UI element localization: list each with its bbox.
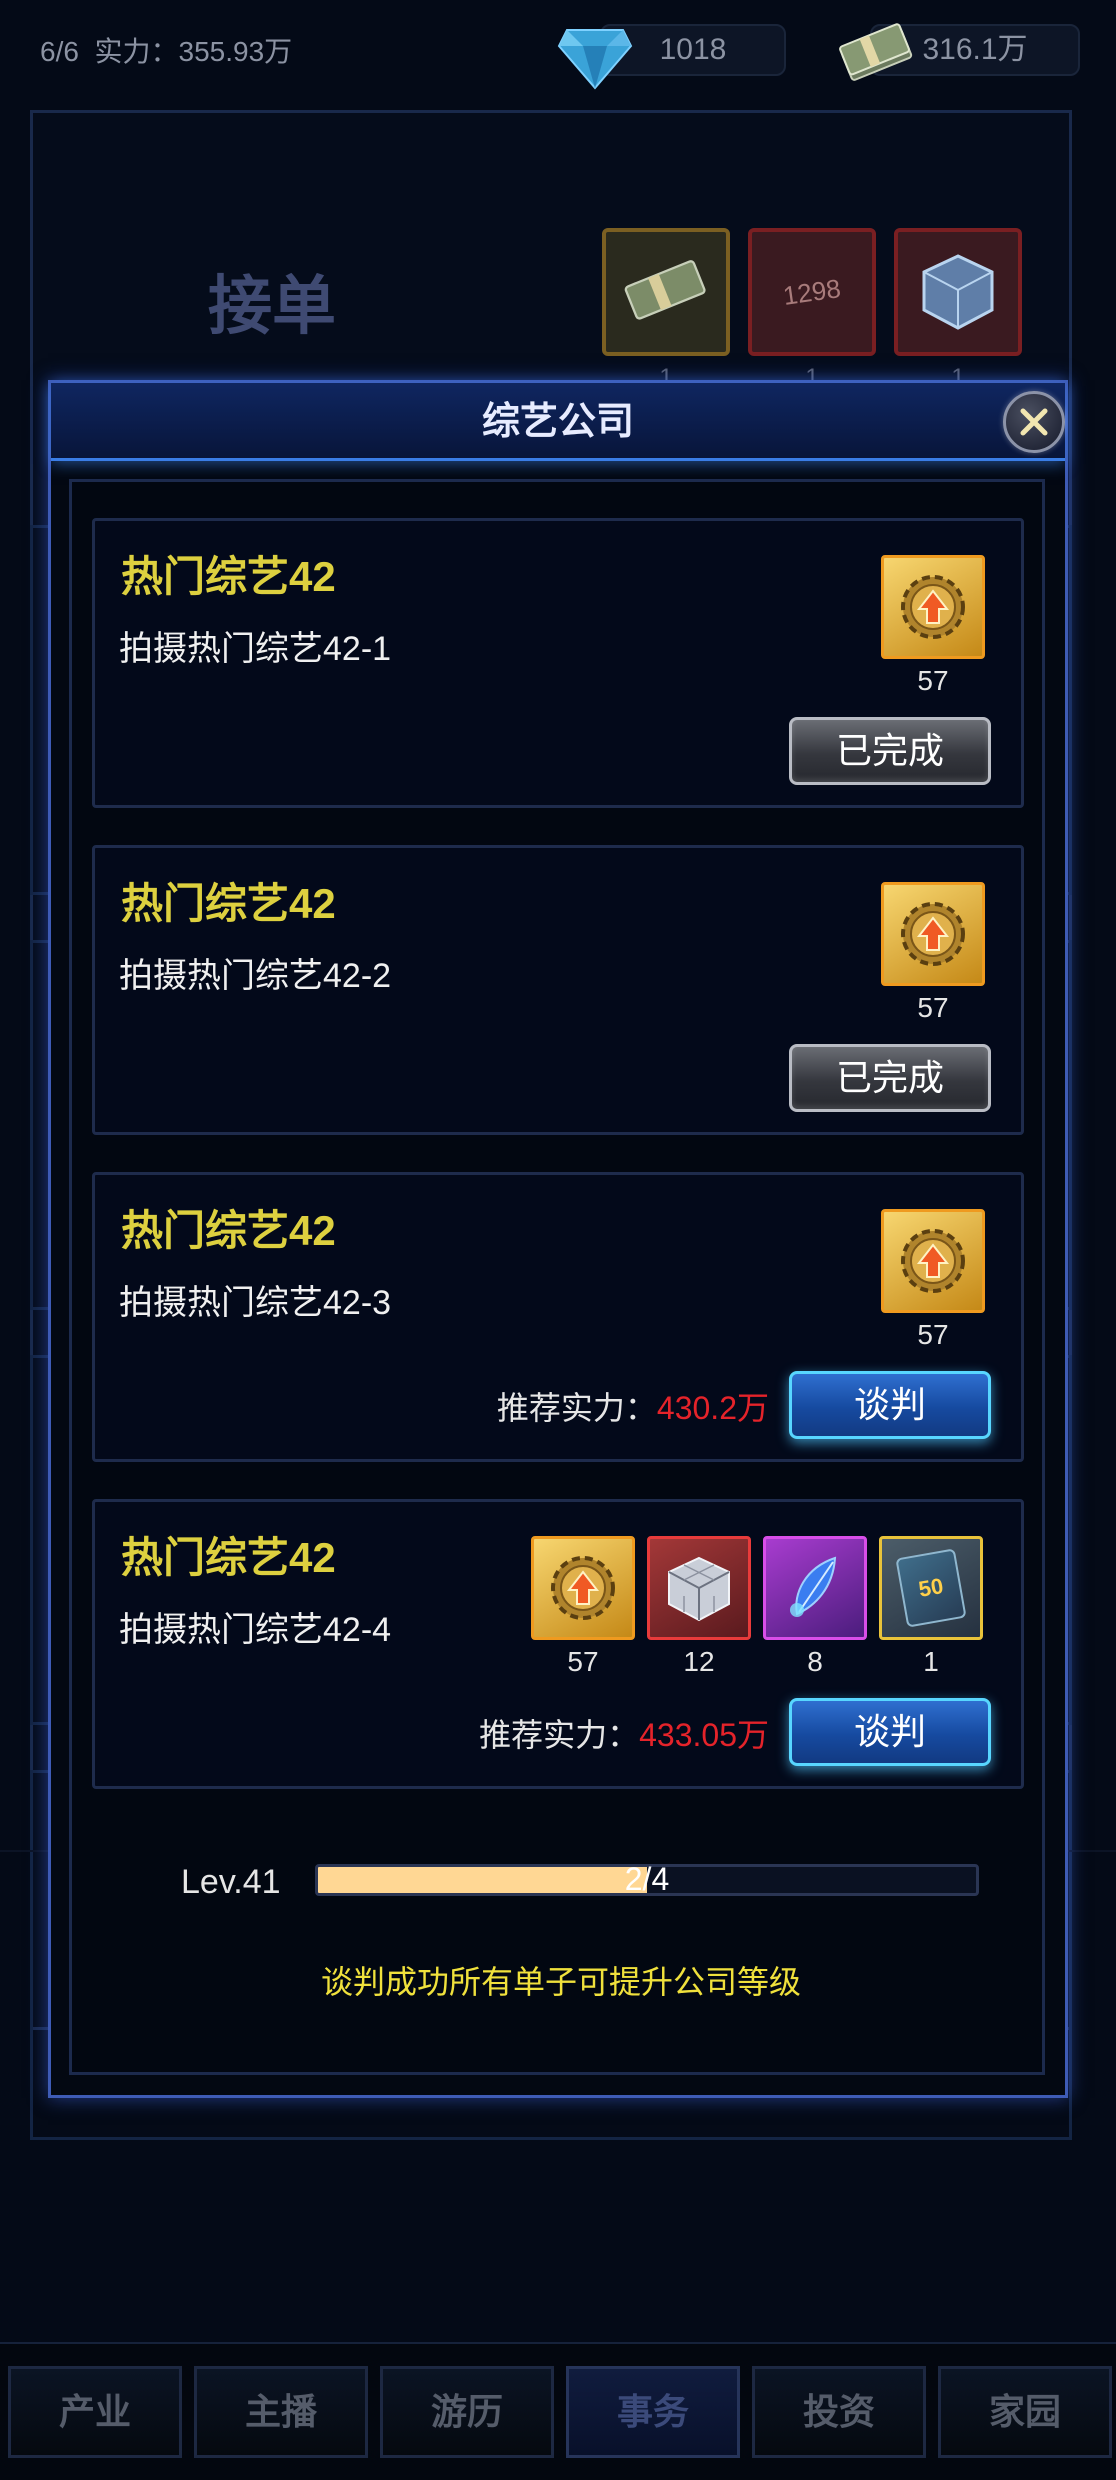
reward-item[interactable]: 12 <box>647 1536 751 1678</box>
background-card-label: 1298 <box>781 272 843 311</box>
background-reward-card: 1298 <box>748 228 876 356</box>
recommended-power-label: 推荐实力： <box>479 1717 640 1753</box>
task-card: 热门综艺42 拍摄热门综艺42-1 57 已完成 <box>92 518 1024 808</box>
cash-icon <box>624 260 706 320</box>
reward-item[interactable]: 57 <box>881 882 985 1024</box>
level-up-hint: 谈判成功所有单子可提升公司等级 <box>320 1964 801 2000</box>
cash-count: 316.1万 <box>922 33 1028 66</box>
diamond-icon <box>557 29 633 90</box>
reward-item[interactable]: 57 <box>881 1209 985 1351</box>
task-card: 热门综艺42 拍摄热门综艺42-4 57 12 8 50 1 推荐实力：433.… <box>92 1499 1024 1789</box>
reward-item[interactable]: 50 1 <box>879 1536 983 1678</box>
recommended-power-value: 433.05万 <box>639 1717 769 1753</box>
card-50-icon: 50 <box>879 1536 983 1640</box>
reward-count: 12 <box>683 1646 715 1677</box>
upgrade-gear-icon <box>881 555 985 659</box>
reward-count: 1 <box>923 1646 939 1677</box>
top-status-bar: 6/6 实力：355.93万 1018 316.1万 <box>0 0 1116 100</box>
dialog-body: 热门综艺42 拍摄热门综艺42-1 57 已完成 热门综艺42 拍摄热门综艺42… <box>69 479 1045 2075</box>
upgrade-gear-icon <box>531 1536 635 1640</box>
close-button[interactable] <box>1003 391 1065 453</box>
variety-company-dialog: 综艺公司 热门综艺42 拍摄热门综艺42-1 57 已完成 热门综艺42 拍摄热… <box>48 380 1068 2098</box>
tab-industry[interactable]: 产业 <box>8 2366 182 2458</box>
card-50-label: 50 <box>916 1573 946 1602</box>
tab-travel[interactable]: 游历 <box>380 2366 554 2458</box>
task-title: 热门综艺42 <box>121 553 336 600</box>
task-description: 拍摄热门综艺42-3 <box>119 1284 392 1322</box>
upgrade-gear-icon <box>881 1209 985 1313</box>
tab-invest[interactable]: 投资 <box>752 2366 926 2458</box>
background-title: 接单 <box>208 270 336 342</box>
task-title: 热门综艺42 <box>121 880 336 927</box>
reward-item[interactable]: 57 <box>881 555 985 697</box>
diamond-count: 1018 <box>659 33 727 66</box>
task-card: 热门综艺42 拍摄热门综艺42-2 57 已完成 <box>92 845 1024 1135</box>
task-title: 热门综艺42 <box>121 1534 336 1581</box>
reward-count: 57 <box>917 665 949 696</box>
task-description: 拍摄热门综艺42-4 <box>119 1611 392 1649</box>
cash-icon <box>839 23 913 81</box>
order-progress: 6/6 <box>40 36 79 67</box>
tab-affairs[interactable]: 事务 <box>566 2366 740 2458</box>
completed-button[interactable]: 已完成 <box>789 1044 991 1112</box>
reward-count: 8 <box>807 1646 823 1677</box>
background-reward-cash <box>602 228 730 356</box>
task-title: 热门综艺42 <box>121 1207 336 1254</box>
negotiate-button[interactable]: 谈判 <box>789 1371 991 1439</box>
task-card: 热门综艺42 拍摄热门综艺42-3 57 推荐实力：430.2万 谈判 <box>92 1172 1024 1462</box>
task-description: 拍摄热门综艺42-2 <box>119 957 392 995</box>
recommended-power: 推荐实力：430.2万 <box>497 1383 769 1429</box>
tab-streamer[interactable]: 主播 <box>194 2366 368 2458</box>
reward-count: 57 <box>917 1319 949 1350</box>
reward-item[interactable]: 8 <box>763 1536 867 1678</box>
dialog-header: 综艺公司 <box>51 383 1065 461</box>
feather-icon <box>763 1536 867 1640</box>
reward-count: 57 <box>917 992 949 1023</box>
status-summary: 6/6 实力：355.93万 <box>40 30 292 70</box>
recommended-power-value: 430.2万 <box>656 1390 769 1426</box>
bottom-nav: 产业 主播 游历 事务 投资 家园 <box>0 2342 1116 2480</box>
dialog-title: 综艺公司 <box>481 401 634 443</box>
negotiate-button[interactable]: 谈判 <box>789 1698 991 1766</box>
company-level: Lev.41 <box>181 1863 281 1901</box>
tab-home[interactable]: 家园 <box>938 2366 1112 2458</box>
power-value: 实力：355.93万 <box>94 36 293 67</box>
recommended-power-label: 推荐实力： <box>496 1390 657 1426</box>
ice-cube-icon <box>922 254 994 330</box>
recommended-power: 推荐实力：433.05万 <box>479 1710 769 1756</box>
reward-item[interactable]: 57 <box>531 1536 635 1678</box>
background-reward-ice-cube <box>894 228 1022 356</box>
close-icon <box>1020 408 1048 436</box>
reward-count: 57 <box>567 1646 599 1677</box>
task-description: 拍摄热门综艺42-1 <box>119 630 392 668</box>
upgrade-gear-icon <box>881 882 985 986</box>
completed-button[interactable]: 已完成 <box>789 717 991 785</box>
level-progress-text: 2/4 <box>624 1861 670 1897</box>
crystal-cube-icon <box>647 1536 751 1640</box>
